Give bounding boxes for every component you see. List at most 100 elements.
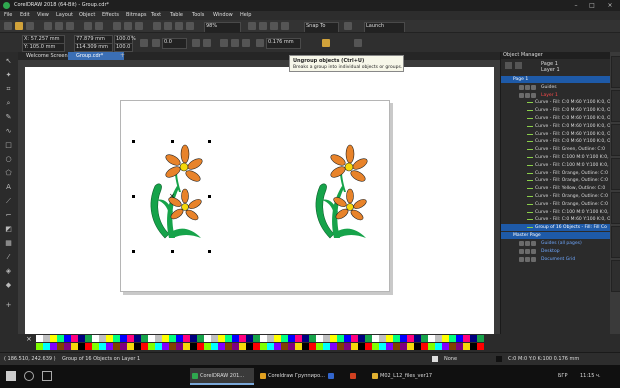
color-swatch[interactable] bbox=[204, 335, 211, 342]
selection-handle[interactable] bbox=[208, 250, 211, 253]
color-swatch[interactable] bbox=[393, 343, 400, 350]
publish-pdf-icon[interactable] bbox=[164, 22, 172, 30]
color-swatch[interactable] bbox=[456, 343, 463, 350]
color-swatch[interactable] bbox=[372, 343, 379, 350]
color-swatch[interactable] bbox=[330, 335, 337, 342]
layer-options-icon[interactable] bbox=[505, 62, 512, 69]
tree-object-row[interactable]: Curve - Fill: Orange, Outline: C:0 bbox=[501, 193, 611, 200]
color-swatch[interactable] bbox=[295, 335, 302, 342]
pick-tool-icon[interactable]: ↖ bbox=[4, 58, 13, 65]
lock-icon[interactable] bbox=[531, 84, 536, 90]
color-swatch[interactable] bbox=[218, 343, 225, 350]
color-swatch[interactable] bbox=[414, 343, 421, 350]
taskbar-app-button[interactable]: CorelDRAW 201... bbox=[190, 368, 254, 385]
color-swatch[interactable] bbox=[43, 343, 50, 350]
docker-tab-object-properties[interactable] bbox=[611, 90, 620, 122]
vertical-ruler[interactable] bbox=[18, 67, 25, 334]
color-swatch[interactable] bbox=[365, 343, 372, 350]
eye-icon[interactable] bbox=[519, 92, 524, 98]
color-swatch[interactable] bbox=[57, 335, 64, 342]
color-swatch[interactable] bbox=[267, 343, 274, 350]
color-swatch[interactable] bbox=[386, 343, 393, 350]
color-swatch[interactable] bbox=[225, 343, 232, 350]
tree-object-row[interactable]: Group of 16 Objects - Fill: Fill Co bbox=[501, 224, 611, 232]
tree-object-row[interactable]: Curve - Fill: C:0 M:60 Y:100 K:0, O bbox=[501, 138, 611, 145]
color-swatch[interactable] bbox=[120, 335, 127, 342]
cut-icon[interactable] bbox=[44, 22, 52, 30]
tree-object-row[interactable]: Curve - Fill: C:100 M:0 Y:100 K:0, bbox=[501, 162, 611, 169]
docker-tab-transformations[interactable] bbox=[611, 158, 620, 190]
group-icon[interactable] bbox=[220, 39, 228, 47]
color-swatch[interactable] bbox=[330, 343, 337, 350]
docker-tab-fill[interactable] bbox=[611, 260, 620, 292]
start-windows-icon[interactable] bbox=[6, 371, 16, 381]
y-position-field[interactable]: Y: 105.0 mm bbox=[22, 43, 65, 52]
print-icon[interactable] bbox=[153, 22, 161, 30]
rotation-angle-field[interactable]: 0.0 bbox=[162, 38, 187, 49]
outline-width-field[interactable]: 0.176 mm bbox=[266, 38, 301, 49]
color-swatch[interactable] bbox=[463, 335, 470, 342]
no-color-icon[interactable]: × bbox=[26, 335, 32, 343]
eye-icon[interactable] bbox=[519, 248, 524, 254]
shape-tool-icon[interactable]: ✦ bbox=[4, 72, 13, 79]
color-swatch[interactable] bbox=[386, 335, 393, 342]
color-swatch[interactable] bbox=[309, 335, 316, 342]
color-swatch[interactable] bbox=[155, 335, 162, 342]
menu-help[interactable]: Help bbox=[240, 12, 251, 18]
snap-off-icon[interactable] bbox=[281, 22, 289, 30]
color-swatch[interactable] bbox=[148, 343, 155, 350]
application-launcher-icon[interactable] bbox=[175, 22, 183, 30]
color-swatch[interactable] bbox=[78, 343, 85, 350]
menu-bitmaps[interactable]: Bitmaps bbox=[126, 12, 147, 18]
color-swatch[interactable] bbox=[281, 335, 288, 342]
color-swatch[interactable] bbox=[169, 343, 176, 350]
color-swatch[interactable] bbox=[92, 335, 99, 342]
color-swatch[interactable] bbox=[358, 343, 365, 350]
color-swatch[interactable] bbox=[323, 343, 330, 350]
color-swatch[interactable] bbox=[379, 343, 386, 350]
taskbar-app-button[interactable]: M02_L12_files_ver17 bbox=[370, 368, 434, 385]
ellipse-tool-icon[interactable]: ○ bbox=[4, 156, 13, 163]
tab-group-cdr[interactable]: Group.cdr* bbox=[68, 52, 124, 60]
tree-object-row[interactable]: Curve - Fill: C:0 M:60 Y:100 K:0, O bbox=[501, 216, 611, 223]
color-swatch[interactable] bbox=[99, 335, 106, 342]
color-swatch[interactable] bbox=[113, 343, 120, 350]
menu-object[interactable]: Object bbox=[79, 12, 95, 18]
horizontal-ruler[interactable] bbox=[18, 60, 500, 67]
mirror-vertical-icon[interactable] bbox=[203, 39, 211, 47]
color-swatch[interactable] bbox=[344, 335, 351, 342]
menu-file[interactable]: File bbox=[4, 12, 12, 18]
options-gear-icon[interactable] bbox=[344, 22, 352, 30]
ungroup-all-icon[interactable] bbox=[242, 39, 250, 47]
redo-icon[interactable] bbox=[95, 22, 103, 30]
parallel-dimension-icon[interactable]: ⟋ bbox=[4, 198, 13, 205]
color-swatch[interactable] bbox=[36, 335, 43, 342]
menu-layout[interactable]: Layout bbox=[56, 12, 73, 18]
docker-tab-color[interactable] bbox=[611, 226, 620, 258]
color-swatch[interactable] bbox=[190, 343, 197, 350]
printer-icon[interactable] bbox=[525, 84, 530, 90]
color-swatch[interactable] bbox=[64, 335, 71, 342]
paste-icon[interactable] bbox=[66, 22, 74, 30]
color-swatch[interactable] bbox=[43, 335, 50, 342]
tree-object-row[interactable]: Curve - Fill: C:0 M:60 Y:100 K:0, O bbox=[501, 107, 611, 114]
color-swatch[interactable] bbox=[358, 335, 365, 342]
color-swatch[interactable] bbox=[435, 335, 442, 342]
lock-icon[interactable] bbox=[531, 92, 536, 98]
text-tool-icon[interactable]: A bbox=[4, 184, 13, 191]
color-swatch[interactable] bbox=[421, 343, 428, 350]
wrap-text-icon[interactable] bbox=[322, 39, 330, 47]
menu-table[interactable]: Table bbox=[170, 12, 183, 18]
grid-icon[interactable] bbox=[259, 22, 267, 30]
color-swatch[interactable] bbox=[442, 335, 449, 342]
color-swatch[interactable] bbox=[253, 335, 260, 342]
maximize-icon[interactable]: □ bbox=[586, 1, 598, 10]
color-swatch[interactable] bbox=[470, 343, 477, 350]
docker-tab-hints[interactable] bbox=[611, 56, 620, 88]
color-swatch[interactable] bbox=[337, 343, 344, 350]
color-swatch[interactable] bbox=[106, 343, 113, 350]
color-swatch[interactable] bbox=[176, 343, 183, 350]
color-swatch[interactable] bbox=[239, 343, 246, 350]
clock[interactable]: 11:15 ч. bbox=[580, 373, 601, 379]
color-swatch[interactable] bbox=[260, 343, 267, 350]
